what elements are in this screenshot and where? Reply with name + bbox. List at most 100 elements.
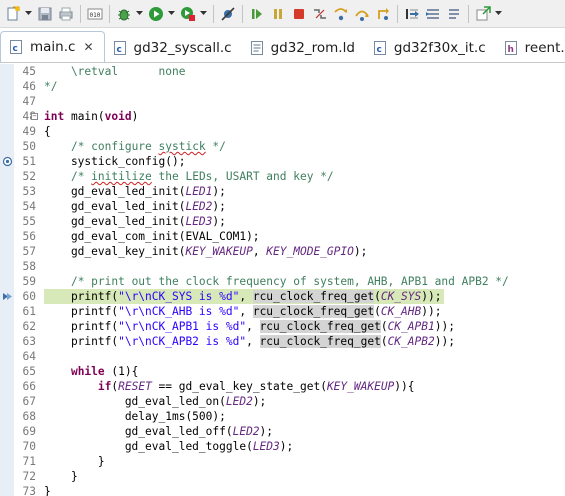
svg-text:010: 010 — [90, 12, 101, 19]
tab-main-c[interactable]: c main.c ✕ — [0, 31, 105, 62]
code-line[interactable]: 45 \retval none — [0, 64, 565, 79]
tab-label: reent.h — [524, 39, 565, 56]
override-marker-icon — [2, 156, 13, 167]
code-line[interactable]: 68 delay_1ms(500); — [0, 409, 565, 424]
step-return-icon[interactable] — [374, 5, 392, 23]
debug-icon[interactable] — [115, 5, 133, 23]
text-file-icon — [250, 40, 263, 55]
tab-gd32f30x-it-c[interactable]: c gd32f30x_it.c — [365, 33, 496, 62]
code-editor[interactable]: 45 \retval none 46 */47 48− int main(void) 49… — [0, 64, 565, 496]
toolbar-separator — [80, 4, 81, 23]
save-icon[interactable] — [36, 5, 54, 23]
code-text: gd_eval_key_init(KEY_WAKEUP, KEY_MODE_GP… — [44, 245, 368, 258]
main-toolbar: 010 — [0, 0, 565, 28]
code-line[interactable]: 65 while (1){ — [0, 364, 565, 379]
external-tools-dropdown-icon[interactable] — [200, 5, 207, 23]
code-line[interactable]: 67 gd_eval_led_on(LED2); — [0, 394, 565, 409]
code-text: gd_eval_led_init(LED3); — [44, 215, 226, 228]
line-number: 72 — [22, 470, 36, 483]
code-text: gd_eval_led_off(LED2); — [44, 425, 274, 438]
code-line[interactable]: 63 printf("\r\nCK_APB2 is %d", rcu_clock… — [0, 334, 565, 349]
line-number: 68 — [22, 410, 36, 423]
code-text: /* print out the clock frequency of syst… — [70, 275, 509, 288]
code-line[interactable]: 69 gd_eval_led_off(LED2); — [0, 424, 565, 439]
code-line[interactable]: 54 gd_eval_led_init(LED2); — [0, 199, 565, 214]
header-file-icon: h — [504, 40, 517, 55]
code-line[interactable]: 62 printf("\r\nCK_APB1 is %d", rcu_clock… — [0, 319, 565, 334]
code-line[interactable]: 71 } — [0, 454, 565, 469]
code-line[interactable]: 52 /* initilize the LEDs, USART and key … — [0, 169, 565, 184]
toggle-mark-icon[interactable] — [424, 5, 442, 23]
code-line[interactable]: 47 — [0, 94, 565, 109]
line-number: 46 — [22, 80, 36, 93]
code-line[interactable]: 60 printf("\r\nCK_SYS is %d", rcu_clock_… — [0, 289, 565, 304]
perspective-dropdown-icon[interactable] — [495, 5, 502, 23]
code-line[interactable]: 64 — [0, 349, 565, 364]
next-annotation-icon[interactable] — [445, 5, 463, 23]
new-dropdown-icon[interactable] — [25, 5, 32, 23]
code-line[interactable]: 48− int main(void) — [0, 109, 565, 124]
code-line[interactable]: 59 /* print out the clock frequency of s… — [0, 274, 565, 289]
step-into-icon[interactable] — [332, 5, 350, 23]
line-number: 73 — [22, 485, 36, 496]
tab-label: gd32_syscall.c — [133, 39, 232, 56]
code-line[interactable]: 51 systick_config(); — [0, 154, 565, 169]
line-number: 63 — [22, 335, 36, 348]
print-icon[interactable] — [57, 5, 75, 23]
code-text: gd_eval_led_toggle(LED3); — [44, 440, 294, 453]
code-line[interactable]: 72 } — [0, 469, 565, 484]
code-text: /* initilize the LEDs, USART and key */ — [70, 170, 334, 183]
code-line[interactable]: 53 gd_eval_led_init(LED1); — [0, 184, 565, 199]
open-perspective-icon[interactable] — [474, 5, 492, 23]
code-line[interactable]: 73} — [0, 484, 565, 496]
new-icon[interactable] — [4, 5, 22, 23]
resume-icon[interactable] — [248, 5, 266, 23]
c-file-icon: c — [10, 40, 22, 54]
build-icon[interactable]: 010 — [86, 5, 104, 23]
toolbar-separator — [213, 4, 214, 23]
line-number: 67 — [22, 395, 36, 408]
line-number: 47 — [22, 95, 36, 108]
code-text: systick_config(); — [44, 155, 186, 168]
line-number: 57 — [22, 245, 36, 258]
code-line[interactable]: 56 gd_eval_com_init(EVAL_COM1); — [0, 229, 565, 244]
terminate-icon[interactable] — [290, 5, 308, 23]
code-line[interactable]: 61 printf("\r\nCK_AHB is %d", rcu_clock_… — [0, 304, 565, 319]
skip-breakpoints-icon[interactable] — [219, 5, 237, 23]
external-tools-icon[interactable] — [179, 5, 197, 23]
line-number: 49 — [22, 125, 36, 138]
tab-reent-h[interactable]: h reent.h — [496, 33, 565, 62]
fold-toggle-icon[interactable]: − — [31, 113, 38, 120]
code-line[interactable]: 66 if(RESET == gd_eval_key_state_get(KEY… — [0, 379, 565, 394]
code-line[interactable]: 58 — [0, 259, 565, 274]
run-icon[interactable] — [147, 5, 165, 23]
line-number: 55 — [22, 215, 36, 228]
code-line[interactable]: 49 { — [0, 124, 565, 139]
run-dropdown-icon[interactable] — [168, 5, 175, 23]
code-line[interactable]: 55 gd_eval_led_init(LED3); — [0, 214, 565, 229]
disconnect-icon[interactable] — [311, 5, 329, 23]
toolbar-separator — [109, 4, 110, 23]
line-number: 58 — [22, 260, 36, 273]
tab-label: gd32_rom.ld — [270, 39, 355, 56]
tab-gd32-syscall-c[interactable]: c gd32_syscall.c — [105, 33, 242, 62]
tab-label: gd32f30x_it.c — [393, 39, 486, 56]
code-line[interactable]: 57 gd_eval_key_init(KEY_WAKEUP, KEY_MODE… — [0, 244, 565, 259]
instruction-stepping-icon[interactable] — [403, 5, 421, 23]
line-number: 51 — [22, 155, 36, 168]
tab-gd32-rom-ld[interactable]: gd32_rom.ld — [242, 33, 365, 62]
line-number: 56 — [22, 230, 36, 243]
code-line[interactable]: 70 gd_eval_led_toggle(LED3); — [0, 439, 565, 454]
code-text: } — [44, 455, 105, 468]
debug-dropdown-icon[interactable] — [136, 5, 143, 23]
tab-label: main.c — [30, 39, 76, 55]
suspend-icon[interactable] — [269, 5, 287, 23]
step-over-icon[interactable] — [353, 5, 371, 23]
close-icon[interactable]: ✕ — [83, 40, 93, 54]
code-line[interactable]: 50 /* configure systick */ — [0, 139, 565, 154]
code-line[interactable]: 46 */ — [0, 79, 565, 94]
code-text: printf("\r\nCK_SYS is %d", rcu_clock_fre… — [44, 289, 445, 304]
code-text: if(RESET == gd_eval_key_state_get(KEY_WA… — [97, 380, 415, 393]
